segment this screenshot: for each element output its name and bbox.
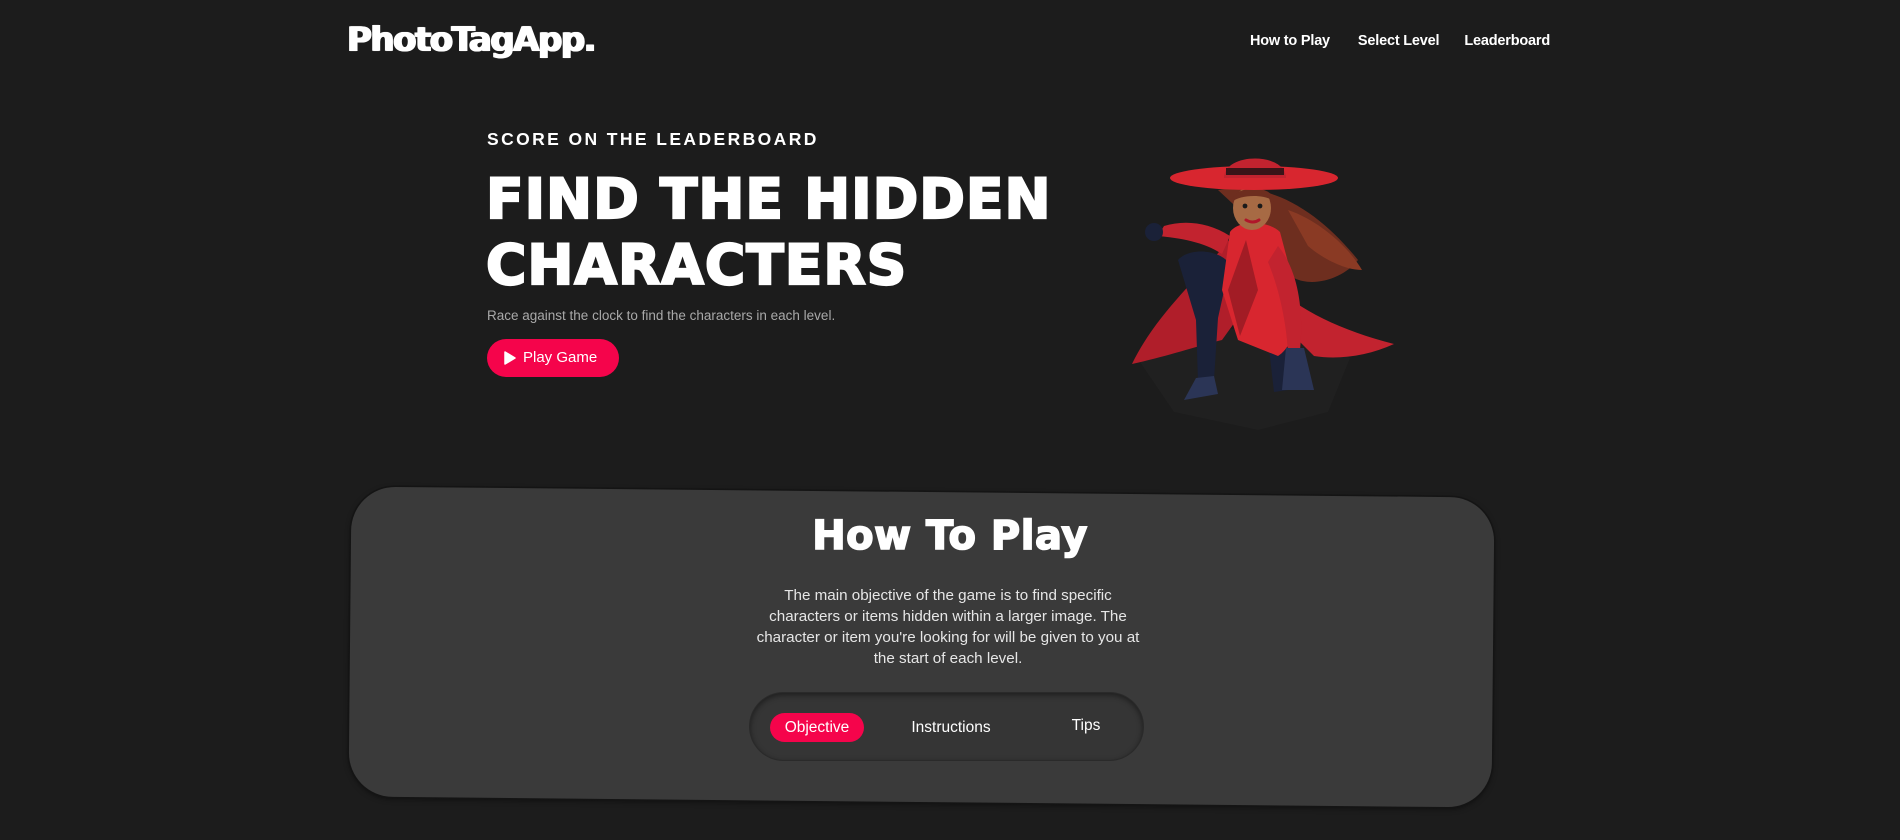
hero-title: FIND THE HIDDEN CHARACTERS xyxy=(485,166,1052,298)
tab-tips[interactable]: Tips xyxy=(1056,711,1116,740)
app-logo[interactable]: PhotoTagApp. xyxy=(347,20,597,60)
hero-eyebrow: SCORE ON THE LEADERBOARD xyxy=(487,129,819,149)
how-to-play-title: How To Play xyxy=(811,512,1088,560)
nav-link-select-level[interactable]: Select Level xyxy=(1358,33,1440,49)
tab-instructions[interactable]: Instructions xyxy=(896,713,1006,742)
tab-objective[interactable]: Objective xyxy=(770,713,864,742)
page: PhotoTagApp. How to Play Select Level Le… xyxy=(0,0,1900,840)
nav-link-how-to-play[interactable]: How to Play xyxy=(1250,33,1330,49)
play-game-label: Play Game xyxy=(523,349,598,366)
detective-character-illustration xyxy=(1132,158,1394,430)
play-game-button[interactable]: Play Game xyxy=(487,339,619,377)
hero-subtitle: Race against the clock to find the chara… xyxy=(487,308,836,323)
main-nav: How to Play Select Level Leaderboard xyxy=(1250,33,1550,49)
how-to-play-description: The main objective of the game is to fin… xyxy=(756,587,1140,667)
play-icon xyxy=(504,351,516,365)
how-to-play-tabs: Objective Instructions Tips xyxy=(750,693,1143,760)
nav-link-leaderboard[interactable]: Leaderboard xyxy=(1464,33,1550,49)
